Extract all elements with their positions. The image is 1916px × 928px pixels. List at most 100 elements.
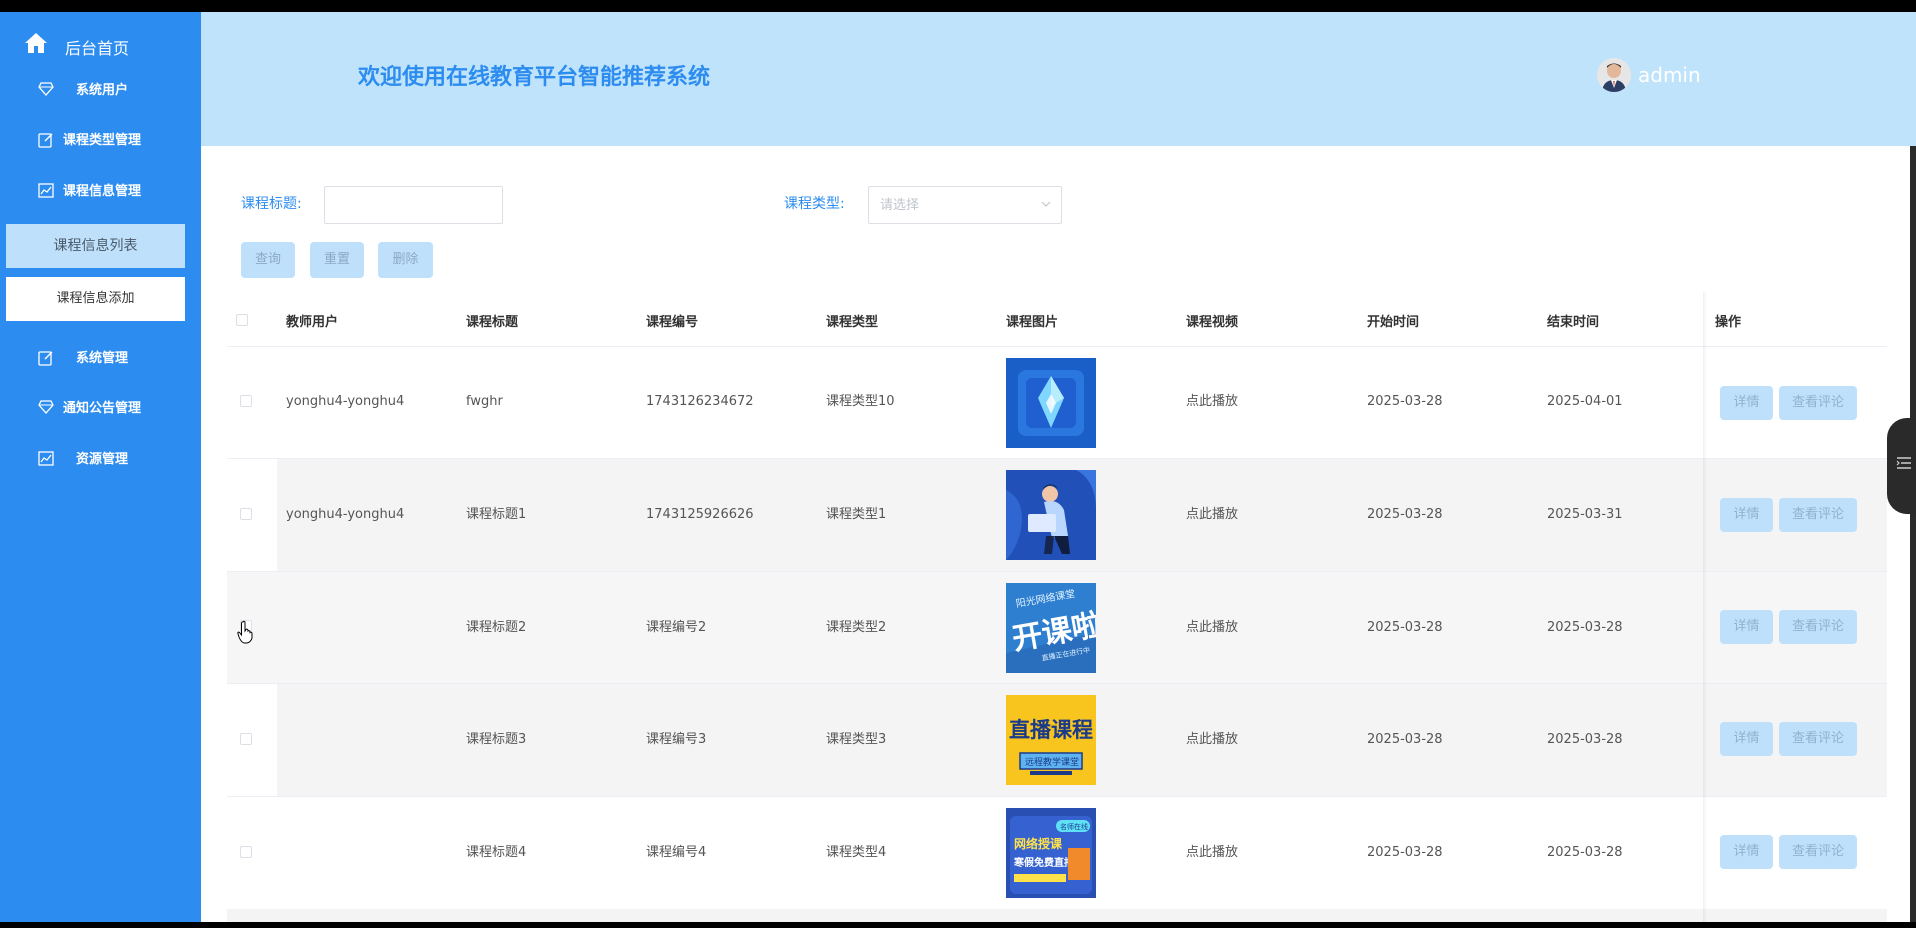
view-comments-button[interactable]: 查看评论: [1779, 835, 1857, 869]
play-video-link[interactable]: 点此播放: [1186, 845, 1238, 861]
column-header: 课程类型: [826, 315, 879, 330]
cell-type: 课程类型3: [826, 732, 887, 747]
cell-code: 1743125926626: [646, 507, 754, 522]
svg-text:远程教学课堂: 远程教学课堂: [1025, 756, 1079, 768]
column-header: 结束时间: [1547, 315, 1600, 330]
diamond-icon: [38, 82, 54, 96]
view-comments-button[interactable]: 查看评论: [1779, 722, 1857, 756]
cell-code: 课程编号2: [646, 620, 707, 635]
chart-icon: [38, 183, 54, 198]
svg-text:名师在线: 名师在线: [1060, 822, 1088, 831]
home-icon: [25, 33, 47, 53]
sidebar-item-label: 通知公告管理: [63, 401, 142, 416]
cell-type: 课程类型1: [826, 507, 887, 522]
sidebar-item-label: 资源管理: [76, 452, 129, 467]
sidebar-subitem-course-list[interactable]: 课程信息列表: [6, 224, 185, 268]
sidebar-item-label: 课程类型管理: [63, 133, 142, 148]
row-checkbox[interactable]: [240, 733, 252, 745]
column-header: 课程图片: [1006, 315, 1059, 330]
cell-type: 课程类型4: [826, 845, 887, 860]
cell-start-time: 2025-03-28: [1367, 845, 1443, 860]
cell-end-time: 2025-03-28: [1547, 732, 1623, 747]
cell-title: 课程标题3: [466, 732, 527, 747]
sidebar-home-label: 后台首页: [65, 39, 130, 58]
cell-code: 课程编号4: [646, 845, 707, 860]
detail-button[interactable]: 详情: [1720, 835, 1773, 869]
view-comments-button[interactable]: 查看评论: [1779, 498, 1857, 532]
search-type-label: 课程类型:: [784, 196, 845, 212]
column-header: 开始时间: [1367, 315, 1420, 330]
cell-teacher: yonghu4-yonghu4: [286, 507, 405, 522]
play-video-link[interactable]: 点此播放: [1186, 732, 1238, 748]
detail-button[interactable]: 详情: [1720, 498, 1773, 532]
hand-cursor-icon: [237, 620, 255, 648]
detail-button[interactable]: 详情: [1720, 610, 1773, 644]
cell-type: 课程类型2: [826, 620, 887, 635]
course-image[interactable]: [1006, 358, 1096, 448]
select-all-checkbox[interactable]: [236, 314, 248, 326]
cell-start-time: 2025-03-28: [1367, 620, 1443, 635]
cell-title: 课程标题1: [466, 507, 527, 522]
row-checkbox[interactable]: [240, 846, 252, 858]
detail-button[interactable]: 详情: [1720, 386, 1773, 420]
cell-code: 课程编号3: [646, 732, 707, 747]
floating-menu-handle[interactable]: [1887, 418, 1916, 514]
play-video-link[interactable]: 点此播放: [1186, 507, 1238, 523]
chart-icon: [38, 451, 54, 466]
sidebar-item-course-type[interactable]: 课程类型管理: [0, 118, 201, 162]
course-image[interactable]: 阳光网络课堂 开课啦 直播正在进行中: [1006, 583, 1096, 673]
checkbox-cell: [227, 684, 277, 796]
cell-end-time: 2025-04-01: [1547, 394, 1623, 409]
delete-button[interactable]: 删除: [378, 242, 433, 278]
header: 欢迎使用在线教育平台智能推荐系统 admin: [201, 12, 1916, 146]
view-comments-button[interactable]: 查看评论: [1779, 610, 1857, 644]
sidebar-item-course-info[interactable]: 课程信息管理: [0, 169, 201, 213]
sidebar-home[interactable]: 后台首页: [0, 24, 201, 64]
search-title-label: 课程标题:: [241, 196, 302, 212]
detail-button[interactable]: 详情: [1720, 722, 1773, 756]
sidebar-item-system-users[interactable]: 系统用户: [0, 68, 201, 112]
svg-text:直播课程: 直播课程: [1009, 718, 1093, 742]
select-placeholder: 请选择: [880, 198, 920, 213]
menu-icon: [1896, 457, 1911, 469]
edit-icon: [38, 133, 53, 148]
avatar[interactable]: [1597, 58, 1631, 92]
sidebar-item-label: 系统管理: [76, 351, 129, 366]
chevron-down-icon: [1041, 201, 1051, 207]
column-header: 课程编号: [646, 315, 699, 330]
username[interactable]: admin: [1638, 62, 1701, 88]
course-image[interactable]: [1006, 470, 1096, 560]
column-header: 教师用户: [286, 315, 339, 330]
svg-text:网络授课: 网络授课: [1014, 836, 1063, 851]
sidebar-item-notices[interactable]: 通知公告管理: [0, 386, 201, 430]
course-image[interactable]: 名师在线 网络授课 寒假免费直播课: [1006, 808, 1096, 898]
cell-start-time: 2025-03-28: [1367, 732, 1443, 747]
cell-start-time: 2025-03-28: [1367, 394, 1443, 409]
scrollbar[interactable]: [1910, 146, 1916, 922]
sidebar-item-resources[interactable]: 资源管理: [0, 437, 201, 481]
column-header: 课程标题: [466, 315, 519, 330]
view-comments-button[interactable]: 查看评论: [1779, 386, 1857, 420]
cell-title: 课程标题2: [466, 620, 527, 635]
cell-end-time: 2025-03-28: [1547, 620, 1623, 635]
sidebar-item-system-management[interactable]: 系统管理: [0, 336, 201, 380]
column-header: 操作: [1715, 315, 1742, 330]
search-title-input[interactable]: [324, 186, 503, 224]
page-title: 欢迎使用在线教育平台智能推荐系统: [358, 65, 711, 90]
row-checkbox[interactable]: [240, 508, 252, 520]
reset-button[interactable]: 重置: [310, 242, 364, 278]
row-checkbox[interactable]: [240, 395, 252, 407]
cell-end-time: 2025-03-31: [1547, 507, 1623, 522]
query-button[interactable]: 查询: [241, 242, 295, 278]
sidebar-subitem-course-add[interactable]: 课程信息添加: [6, 277, 185, 321]
diamond-icon: [38, 400, 54, 414]
play-video-link[interactable]: 点此播放: [1186, 394, 1238, 410]
table-row: [227, 909, 1887, 922]
column-header: 课程视频: [1186, 315, 1239, 330]
course-image[interactable]: 直播课程 远程教学课堂: [1006, 695, 1096, 785]
window-bottom-bar: [0, 922, 1916, 928]
play-video-link[interactable]: 点此播放: [1186, 620, 1238, 636]
cell-teacher: yonghu4-yonghu4: [286, 394, 405, 409]
search-type-select[interactable]: 请选择: [868, 186, 1062, 224]
sidebar: 后台首页 系统用户 课程类型管理 课程信息管理 课程信息列表 课程信息添加 系统…: [0, 12, 201, 922]
